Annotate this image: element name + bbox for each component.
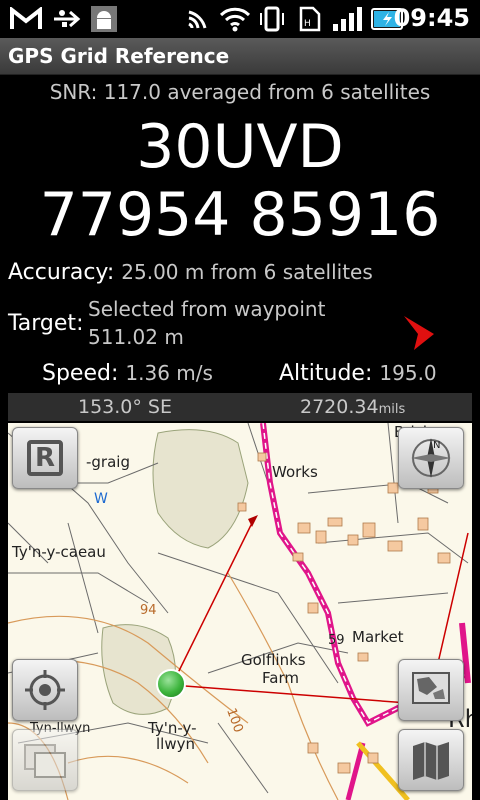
map-label-farm: Farm xyxy=(262,669,299,687)
altitude-row: Altitude: 195.0 xyxy=(279,361,437,386)
map-label-graig: -graig xyxy=(86,453,130,471)
current-position-marker xyxy=(156,669,186,699)
crosshair-icon xyxy=(25,670,65,710)
sim-icon: H xyxy=(296,5,324,33)
vibrate-icon xyxy=(256,5,288,33)
map-label-tyn-y-caeau: Ty'n-y-caeau xyxy=(12,543,106,561)
bearing-bar: 153.0° SE 2720.34mils xyxy=(8,393,472,421)
title-bar: GPS Grid Reference xyxy=(0,38,480,75)
folded-map-icon xyxy=(413,742,449,780)
compass-icon: N xyxy=(411,438,451,478)
grid-zone: 30UVD xyxy=(136,112,344,182)
map-label-94: 94 xyxy=(140,603,157,618)
accuracy-row: Accuracy: 25.00 m from 6 satellites xyxy=(8,260,373,285)
map-label-market: Market xyxy=(352,628,404,646)
svg-text:N: N xyxy=(433,440,440,451)
recenter-r-button[interactable]: R xyxy=(12,427,78,489)
bearing-degrees: 153.0° SE xyxy=(78,396,172,418)
signal-icon xyxy=(330,5,364,33)
speed-value: 1.36 m/s xyxy=(125,361,213,385)
status-bar: H 09:45 xyxy=(0,0,480,38)
mils-unit: mils xyxy=(378,402,406,417)
offline-map-icon xyxy=(24,744,66,778)
offline-map-button[interactable] xyxy=(12,729,78,791)
compass-button[interactable]: N xyxy=(398,427,464,489)
gmail-icon xyxy=(8,5,44,33)
wifi-icon xyxy=(218,5,252,33)
nfc-icon xyxy=(183,5,213,33)
target-direction-arrow-icon xyxy=(400,312,436,356)
bearing-mils: 2720.34mils xyxy=(300,396,405,418)
target-label: Target: xyxy=(8,311,84,336)
map-layers-button[interactable] xyxy=(398,659,464,721)
speed-label: Speed: xyxy=(42,361,119,386)
grid-coordinates: 77954 85916 xyxy=(39,180,441,250)
target-line1: Selected from waypoint xyxy=(88,297,326,321)
map-label-59: 59 xyxy=(328,633,345,648)
r-icon: R xyxy=(27,440,63,476)
accuracy-label: Accuracy: xyxy=(8,260,115,285)
accuracy-value: 25.00 m from 6 satellites xyxy=(121,260,373,284)
map-label-tynyllwyn-2: llwyn xyxy=(156,735,195,753)
android-debug-icon xyxy=(88,5,120,33)
map-layers-icon xyxy=(412,672,450,704)
map-label-w: W xyxy=(94,491,108,507)
map-view[interactable]: -graig Works Brick Ty'n-y-caeau Golflink… xyxy=(8,423,472,800)
map-label-golflinks: Golflinks xyxy=(241,651,306,669)
clock: 09:45 xyxy=(393,4,470,32)
map-label-works: Works xyxy=(272,463,318,481)
app-title: GPS Grid Reference xyxy=(8,44,230,68)
altitude-label: Altitude: xyxy=(279,361,373,386)
snr-text: SNR: 117.0 averaged from 6 satellites xyxy=(49,80,431,104)
usb-icon xyxy=(50,5,84,33)
folded-map-button[interactable] xyxy=(398,729,464,791)
my-location-button[interactable] xyxy=(12,659,78,721)
speed-row: Speed: 1.36 m/s xyxy=(42,361,213,386)
mils-value: 2720.34 xyxy=(300,396,379,418)
svg-text:H: H xyxy=(304,19,311,29)
target-distance: 511.02 m xyxy=(88,325,184,349)
altitude-value: 195.0 xyxy=(379,361,437,385)
